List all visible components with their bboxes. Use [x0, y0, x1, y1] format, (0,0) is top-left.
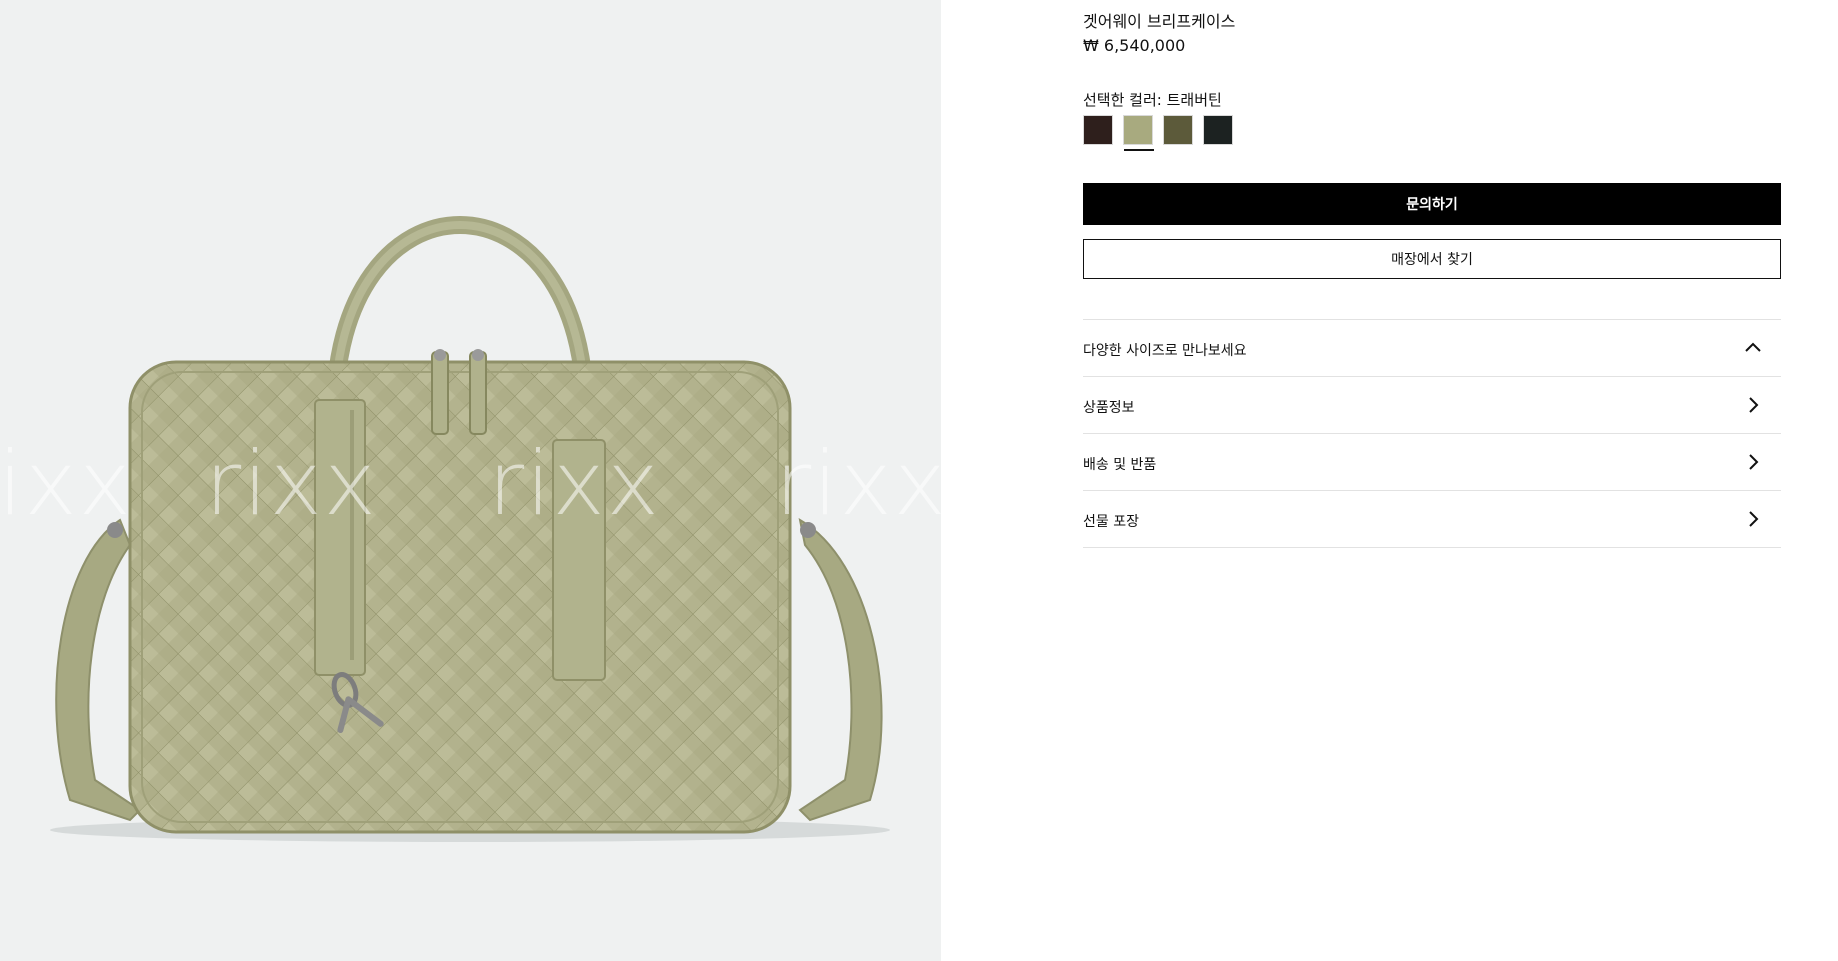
- swatch-dark-brown[interactable]: [1083, 115, 1113, 145]
- swatch-travertine[interactable]: [1123, 115, 1154, 151]
- chevron-right-icon: [1749, 397, 1759, 413]
- find-in-store-button[interactable]: 매장에서 찾기: [1083, 239, 1781, 279]
- accordion-item-sizes[interactable]: 다양한 사이즈로 만나보세요: [1083, 320, 1781, 377]
- chevron-right-icon: [1749, 454, 1759, 470]
- info-accordion: 다양한 사이즈로 만나보세요 상품정보 배송 및 반품 선물 포장: [1083, 319, 1781, 548]
- accordion-item-shipping-returns[interactable]: 배송 및 반품: [1083, 434, 1781, 491]
- accordion-label: 상품정보: [1083, 400, 1135, 416]
- inquire-button[interactable]: 문의하기: [1083, 183, 1781, 225]
- product-page: rixx rixx rixx rixx 겟어웨이 브리프케이스 ₩ 6,540,…: [0, 0, 1838, 961]
- chevron-up-icon: [1745, 342, 1761, 352]
- watermark-text: rixx: [488, 432, 661, 535]
- swatch-olive[interactable]: [1163, 115, 1193, 145]
- watermark-text: rixx: [0, 432, 133, 535]
- product-price: ₩ 6,540,000: [1083, 36, 1186, 55]
- watermark-text: rixx: [775, 432, 941, 535]
- accordion-label: 배송 및 반품: [1083, 457, 1157, 473]
- product-image-panel: rixx rixx rixx rixx: [0, 0, 941, 961]
- accordion-label: 선물 포장: [1083, 514, 1139, 530]
- accordion-item-product-info[interactable]: 상품정보: [1083, 377, 1781, 434]
- swatch-black[interactable]: [1203, 115, 1233, 145]
- watermark-text: rixx: [205, 432, 378, 535]
- product-name: 겟어웨이 브리프케이스: [1083, 12, 1236, 31]
- color-swatches: [1083, 115, 1283, 155]
- selected-color-label: 선택한 컬러: 트래버틴: [1083, 91, 1222, 109]
- accordion-label: 다양한 사이즈로 만나보세요: [1083, 343, 1247, 359]
- accordion-item-gift-wrap[interactable]: 선물 포장: [1083, 491, 1781, 548]
- chevron-right-icon: [1749, 511, 1759, 527]
